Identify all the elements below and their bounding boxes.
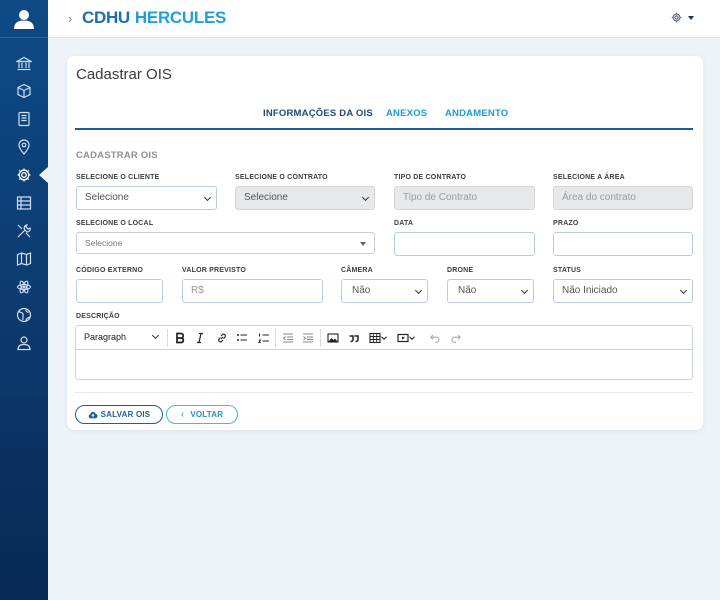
codigo-externo-label: CÓDIGO EXTERNO <box>76 267 143 274</box>
sidebar-item-tools[interactable] <box>0 217 48 245</box>
cube-icon <box>17 83 31 99</box>
save-button[interactable]: SALVAR OIS <box>75 405 163 424</box>
user-avatar[interactable] <box>0 0 48 38</box>
tab-bar: INFORMAÇÕES DA OIS ANEXOS ANDAMENTO <box>75 108 693 130</box>
tipo-contrato-label: TIPO DE CONTRATO <box>394 174 467 181</box>
gear-icon <box>671 12 682 23</box>
user-icon <box>17 336 31 351</box>
settings-menu[interactable] <box>671 12 694 23</box>
tab-underline <box>75 128 693 130</box>
form-card: Cadastrar OIS INFORMAÇÕES DA OIS ANEXOS … <box>67 56 703 430</box>
divider <box>75 392 693 393</box>
cloud-upload-icon <box>88 411 98 418</box>
data-label: DATA <box>394 220 414 227</box>
sidebar <box>0 0 48 600</box>
italic-icon[interactable] <box>192 330 208 346</box>
descricao-textarea[interactable] <box>76 351 692 379</box>
camera-select[interactable]: Não <box>341 279 428 303</box>
chevron-down-icon[interactable] <box>407 330 417 346</box>
descricao-editor: Paragraph <box>75 325 693 380</box>
cliente-label: SELECIONE O CLIENTE <box>76 174 160 181</box>
bullet-list-icon[interactable] <box>234 330 250 346</box>
tools-icon <box>17 224 31 238</box>
data-input[interactable] <box>394 232 535 256</box>
chevron-left-icon: ‹ <box>180 409 185 420</box>
list-icon <box>16 196 32 210</box>
toolbar-separator <box>275 329 276 347</box>
contrato-label: SELECIONE O CONTRATO <box>235 174 328 181</box>
sidebar-item-location[interactable] <box>0 133 48 161</box>
save-button-label: SALVAR OIS <box>100 410 151 419</box>
contrato-select[interactable]: Selecione <box>235 186 375 210</box>
tab-andamento[interactable]: ANDAMENTO <box>445 108 508 119</box>
status-label: STATUS <box>553 267 582 274</box>
section-title: CADASTRAR OIS <box>76 150 158 161</box>
user-avatar-icon <box>14 9 34 29</box>
drone-label: DRONE <box>447 267 474 274</box>
link-icon[interactable] <box>214 330 230 346</box>
chevron-right-icon[interactable]: › <box>68 11 72 26</box>
caret-down-icon <box>688 15 694 20</box>
undo-icon[interactable] <box>427 330 443 346</box>
sidebar-item-atom[interactable] <box>0 273 48 301</box>
top-bar: › CDHU HERCULES <box>48 0 720 38</box>
tipo-contrato-field: Tipo de Contrato <box>394 186 535 210</box>
prazo-label: PRAZO <box>553 220 579 227</box>
sidebar-item-list[interactable] <box>0 189 48 217</box>
camera-label: CÂMERA <box>341 267 373 274</box>
back-button[interactable]: ‹ VOLTAR <box>166 405 238 424</box>
drone-select[interactable]: Não <box>447 279 534 303</box>
indent-icon[interactable] <box>300 330 316 346</box>
descricao-label: DESCRIÇÃO <box>76 313 120 320</box>
atom-icon <box>16 280 32 294</box>
back-button-label: VOLTAR <box>190 410 224 419</box>
valor-previsto-label: VALOR PREVISTO <box>182 267 246 274</box>
valor-previsto-input[interactable]: R$ <box>182 279 323 303</box>
sidebar-item-settings[interactable] <box>0 161 48 189</box>
codigo-externo-input[interactable] <box>76 279 163 303</box>
sidebar-item-user[interactable] <box>0 329 48 357</box>
sidebar-item-globe[interactable] <box>0 301 48 329</box>
sidebar-item-cube[interactable] <box>0 77 48 105</box>
prazo-input[interactable] <box>553 232 693 256</box>
bank-icon <box>16 56 32 71</box>
cliente-select[interactable]: Selecione <box>76 186 217 210</box>
chevron-down-icon[interactable] <box>379 330 389 346</box>
paragraph-format-select[interactable]: Paragraph <box>84 332 126 342</box>
image-icon[interactable] <box>325 330 341 346</box>
sidebar-item-map[interactable] <box>0 245 48 273</box>
brand-logo: CDHU HERCULES <box>82 8 227 27</box>
globe-icon <box>16 307 32 323</box>
chevron-down-icon <box>151 331 160 340</box>
toolbar-separator <box>167 329 168 347</box>
sidebar-item-bank[interactable] <box>0 50 48 78</box>
gear-icon <box>17 168 31 182</box>
numbered-list-icon[interactable] <box>256 330 272 346</box>
sidebar-item-book[interactable] <box>0 105 48 133</box>
tab-anexos[interactable]: ANEXOS <box>386 108 427 119</box>
toolbar-separator <box>320 329 321 347</box>
redo-icon[interactable] <box>448 330 464 346</box>
outdent-icon[interactable] <box>280 330 296 346</box>
area-label: SELECIONE A ÁREA <box>553 174 625 181</box>
status-select[interactable]: Não Iniciado <box>553 279 693 303</box>
local-select[interactable]: Selecione <box>76 232 375 254</box>
book-icon <box>18 111 30 127</box>
tab-informacoes[interactable]: INFORMAÇÕES DA OIS <box>263 108 373 119</box>
bold-icon[interactable] <box>172 330 188 346</box>
area-field: Área do contrato <box>553 186 693 210</box>
page-title: Cadastrar OIS <box>76 66 172 83</box>
editor-toolbar: Paragraph <box>76 326 692 350</box>
local-label: SELECIONE O LOCAL <box>76 220 154 227</box>
map-pin-icon <box>18 139 30 155</box>
quote-icon[interactable] <box>346 330 362 346</box>
map-icon <box>16 252 32 266</box>
